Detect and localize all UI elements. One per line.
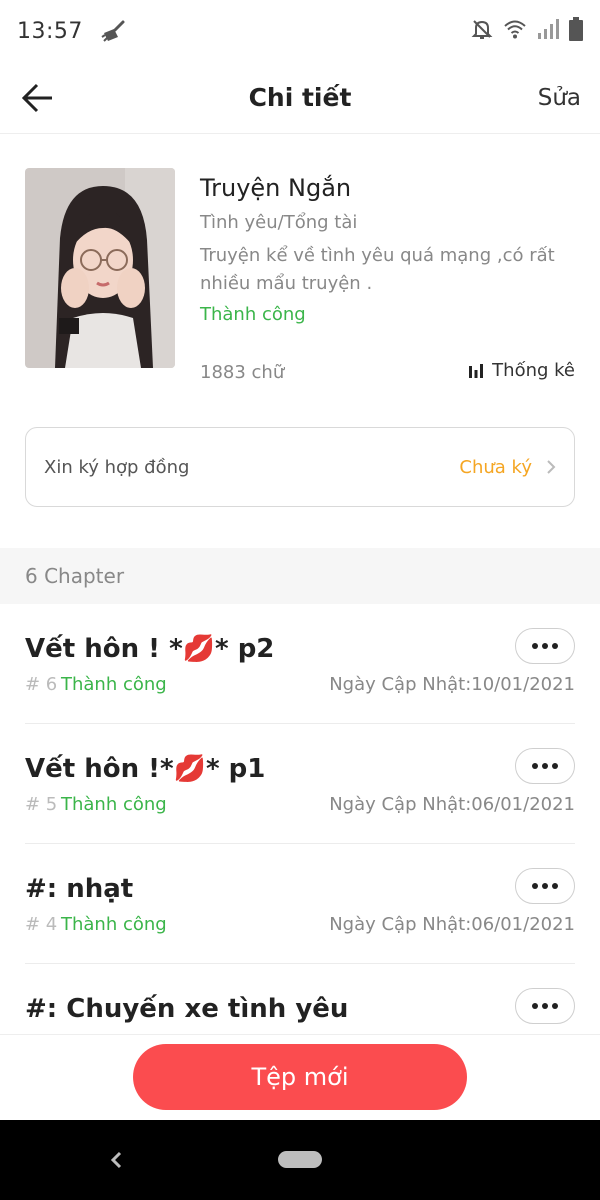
bottom-action-area: Tệp mới <box>0 1034 600 1120</box>
chapter-title: #: Chuyến xe tình yêu <box>25 994 349 1024</box>
chapter-item[interactable]: #: Chuyến xe tình yêu <box>25 964 575 1034</box>
more-dots-icon <box>532 1003 538 1009</box>
chapter-number: # 6 <box>25 674 58 695</box>
chevron-right-icon <box>546 459 556 475</box>
status-time: 13:57 <box>17 18 83 44</box>
edit-button[interactable]: Sửa <box>538 62 581 134</box>
battery-icon <box>569 17 583 45</box>
more-options-button[interactable] <box>515 868 575 904</box>
new-file-button[interactable]: Tệp mới <box>133 1044 467 1110</box>
contract-row[interactable]: Xin ký hợp đồng Chưa ký <box>25 427 575 507</box>
back-button[interactable] <box>18 78 58 118</box>
more-dots-icon <box>532 643 538 649</box>
more-options-button[interactable] <box>515 988 575 1024</box>
chapter-list: Vết hôn ! *💋* p2 # 6 Thành công Ngày Cập… <box>0 604 600 1034</box>
chapter-item[interactable]: Vết hôn ! *💋* p2 # 6 Thành công Ngày Cập… <box>25 604 575 724</box>
chapter-update-date: Ngày Cập Nhật:06/01/2021 <box>329 794 575 815</box>
story-title: Truyện Ngắn <box>200 174 352 202</box>
story-cover-photo[interactable] <box>25 168 175 368</box>
stats-button[interactable]: Thống kê <box>468 360 575 381</box>
more-options-button[interactable] <box>515 628 575 664</box>
chevron-left-icon <box>110 1151 122 1169</box>
system-home-button[interactable] <box>278 1151 322 1168</box>
page-title: Chi tiết <box>248 83 352 112</box>
system-back-button[interactable] <box>104 1148 128 1172</box>
chapter-status: Thành công <box>61 914 167 935</box>
status-bar: 13:57 <box>0 0 600 62</box>
top-navigation: Chi tiết Sửa <box>0 62 600 134</box>
chapter-title: Vết hôn !*💋* p1 <box>25 754 266 784</box>
more-dots-icon <box>532 763 538 769</box>
chapter-item[interactable]: Vết hôn !*💋* p1 # 5 Thành công Ngày Cập … <box>25 724 575 844</box>
contract-label: Xin ký hợp đồng <box>44 456 190 478</box>
story-genre: Tình yêu/Tổng tài <box>200 212 358 233</box>
chapter-update-date: Ngày Cập Nhật:06/01/2021 <box>329 914 575 935</box>
chapter-number: # 5 <box>25 794 58 815</box>
bar-chart-icon <box>469 363 484 378</box>
contract-status: Chưa ký <box>459 456 532 478</box>
chapter-number: # 4 <box>25 914 58 935</box>
chapter-item[interactable]: #: nhạt # 4 Thành công Ngày Cập Nhật:06/… <box>25 844 575 964</box>
more-options-button[interactable] <box>515 748 575 784</box>
chapter-status: Thành công <box>61 674 167 695</box>
back-arrow-icon <box>22 83 52 113</box>
story-description: Truyện kể về tình yêu quá mạng ,có rất n… <box>200 245 555 294</box>
chapter-status: Thành công <box>61 794 167 815</box>
stats-label: Thống kê <box>492 360 575 381</box>
chapter-count-header: 6 Chapter <box>0 548 600 604</box>
more-dots-icon <box>532 883 538 889</box>
story-status: Thành công <box>200 304 306 325</box>
story-info: Truyện Ngắn Tình yêu/Tổng tài Truyện kể … <box>0 134 600 404</box>
signal-icon <box>537 18 559 44</box>
chapter-title: Vết hôn ! *💋* p2 <box>25 634 275 664</box>
mute-bell-icon <box>471 18 493 44</box>
system-navigation-bar <box>0 1120 600 1200</box>
word-count: 1883 chữ <box>200 362 285 383</box>
cleaner-icon <box>101 19 127 43</box>
chapter-update-date: Ngày Cập Nhật:10/01/2021 <box>329 674 575 695</box>
wifi-icon <box>503 19 527 43</box>
chapter-title: #: nhạt <box>25 874 134 904</box>
